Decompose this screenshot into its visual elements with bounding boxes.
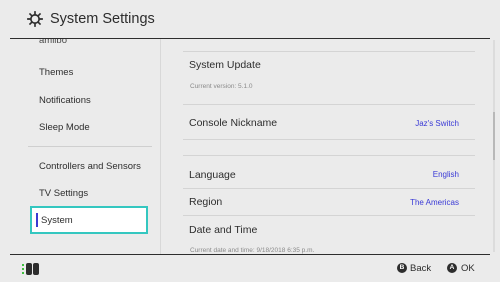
- sidebar-divider: [28, 146, 152, 147]
- page-title: System Settings: [50, 11, 155, 27]
- selection-indicator: [36, 213, 38, 227]
- sidebar-item-amiibo[interactable]: amiibo: [39, 39, 67, 46]
- sidebar: amiibo Themes Notifications Sleep Mode C…: [0, 39, 160, 254]
- sidebar-item-system[interactable]: System: [30, 206, 148, 234]
- system-update-row[interactable]: System Update: [189, 59, 261, 71]
- language-value: English: [432, 170, 459, 179]
- region-row[interactable]: Region: [189, 196, 222, 208]
- row-divider: [183, 139, 475, 140]
- sidebar-item-tv-settings[interactable]: TV Settings: [39, 188, 88, 199]
- header-bar: System Settings: [0, 0, 500, 38]
- joycon-icon: [22, 263, 39, 275]
- language-row[interactable]: Language: [189, 169, 236, 181]
- date-and-time-row[interactable]: Date and Time: [189, 224, 257, 236]
- system-update-version: Current version: 5.1.0: [190, 83, 253, 90]
- settings-panel: System Update Current version: 5.1.0 Con…: [161, 39, 500, 254]
- footer-bar: B Back A OK: [0, 255, 500, 282]
- sidebar-item-sleep-mode[interactable]: Sleep Mode: [39, 122, 90, 133]
- gear-icon: [27, 11, 43, 27]
- row-divider: [183, 104, 475, 105]
- scrollbar-thumb[interactable]: [493, 112, 495, 160]
- a-button-icon[interactable]: A: [447, 263, 457, 273]
- sidebar-item-controllers-and-sensors[interactable]: Controllers and Sensors: [39, 161, 141, 172]
- row-divider: [183, 155, 475, 156]
- row-divider: [183, 51, 475, 52]
- console-nickname-value: Jaz's Switch: [415, 119, 459, 128]
- console-nickname-row[interactable]: Console Nickname: [189, 117, 277, 129]
- date-and-time-current: Current date and time: 9/18/2018 6:35 p.…: [190, 247, 315, 254]
- row-divider: [183, 215, 475, 216]
- sidebar-item-label: System: [41, 215, 73, 226]
- sidebar-item-themes[interactable]: Themes: [39, 67, 73, 78]
- row-divider: [183, 188, 475, 189]
- region-value: The Americas: [410, 198, 459, 207]
- b-button-icon[interactable]: B: [397, 263, 407, 273]
- sidebar-item-notifications[interactable]: Notifications: [39, 95, 91, 106]
- ok-button[interactable]: OK: [461, 263, 475, 274]
- back-button[interactable]: Back: [410, 263, 431, 274]
